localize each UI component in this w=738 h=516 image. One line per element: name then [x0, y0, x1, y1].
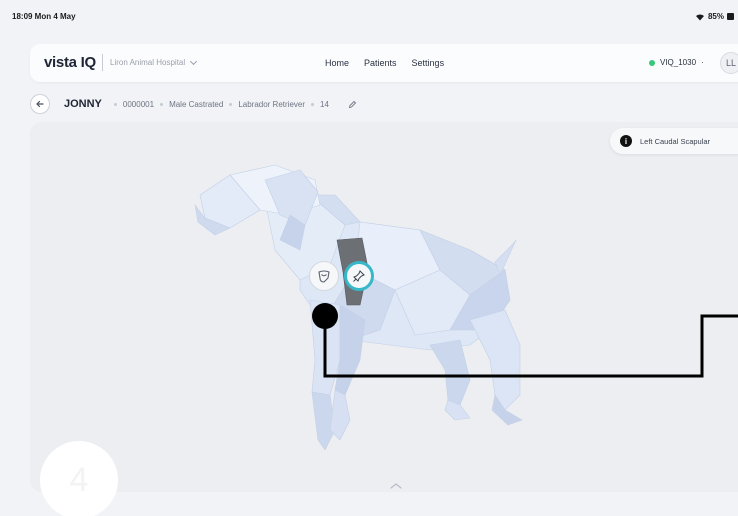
annotation-connector — [323, 314, 738, 378]
anatomy-marker-button[interactable] — [309, 261, 339, 291]
heart-shield-icon — [318, 270, 330, 283]
step-counter: 4 — [40, 441, 118, 516]
selected-point-marker[interactable] — [312, 303, 338, 329]
pin-marker-button[interactable] — [344, 261, 374, 291]
chevron-up-icon[interactable] — [386, 480, 406, 492]
pin-icon — [353, 270, 365, 282]
